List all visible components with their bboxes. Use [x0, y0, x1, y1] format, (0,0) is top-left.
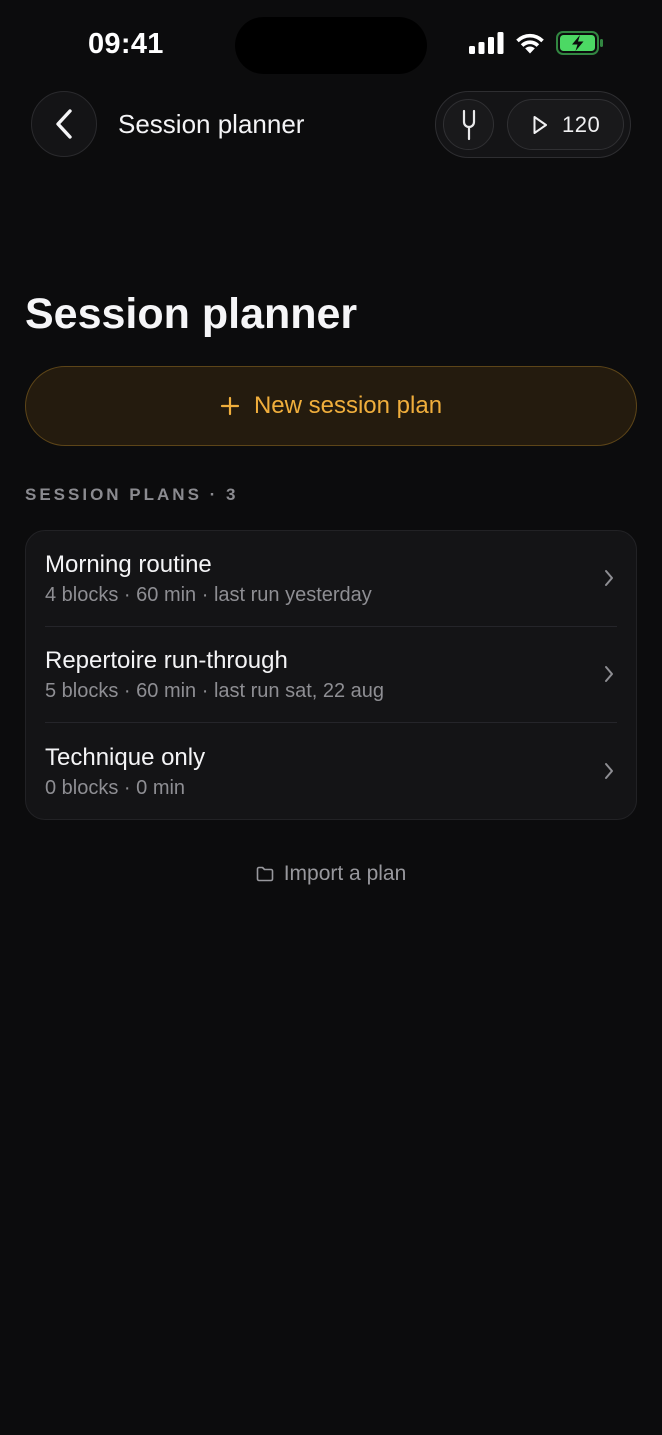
page-title: Session planner	[25, 290, 358, 338]
tempo-button[interactable]: 120	[507, 99, 624, 150]
nav-title: Session planner	[118, 109, 305, 139]
play-icon	[533, 115, 547, 134]
wifi-icon	[516, 33, 544, 53]
chevron-right-icon	[605, 666, 613, 682]
session-plan-list: Morning routine 4 blocks · 60 min · last…	[25, 530, 637, 820]
cellular-signal-icon	[469, 32, 504, 54]
plan-meta: 4 blocks · 60 min · last run yesterday	[45, 584, 372, 606]
back-button[interactable]	[31, 91, 97, 157]
tuner-button[interactable]	[443, 99, 494, 150]
plan-meta: 0 blocks · 0 min	[45, 777, 186, 799]
status-time: 09:41	[88, 28, 164, 60]
nav-bar: Session planner 120	[0, 90, 662, 162]
plan-row-technique-only[interactable]: Technique only 0 blocks · 0 min	[26, 724, 636, 819]
divider	[45, 722, 617, 723]
plan-name: Technique only	[45, 744, 206, 771]
plan-row-morning-routine[interactable]: Morning routine 4 blocks · 60 min · last…	[26, 531, 636, 627]
tempo-value: 120	[562, 111, 601, 137]
plan-meta: 5 blocks · 60 min · last run sat, 22 aug	[45, 680, 385, 702]
new-session-plan-label: New session plan	[253, 392, 443, 419]
plus-icon	[220, 396, 240, 416]
import-plan-label: Import a plan	[283, 862, 407, 885]
tuning-fork-icon	[462, 109, 475, 140]
status-bar: 09:41	[0, 0, 662, 90]
plan-name: Repertoire run-through	[45, 647, 288, 674]
section-label: SESSION PLANS · 3	[25, 485, 239, 504]
chevron-right-icon	[605, 570, 613, 586]
folder-icon	[256, 866, 274, 882]
chevron-right-icon	[605, 763, 613, 779]
plan-row-repertoire-run-through[interactable]: Repertoire run-through 5 blocks · 60 min…	[26, 627, 636, 723]
import-plan-link[interactable]: Import a plan	[0, 862, 662, 886]
plan-name: Morning routine	[45, 551, 212, 578]
chevron-left-icon	[56, 109, 72, 139]
battery-charging-icon	[556, 31, 603, 55]
new-session-plan-button[interactable]: New session plan	[25, 366, 637, 446]
dynamic-island	[235, 17, 427, 74]
nav-actions-pill: 120	[435, 91, 631, 158]
status-icons	[469, 31, 604, 55]
